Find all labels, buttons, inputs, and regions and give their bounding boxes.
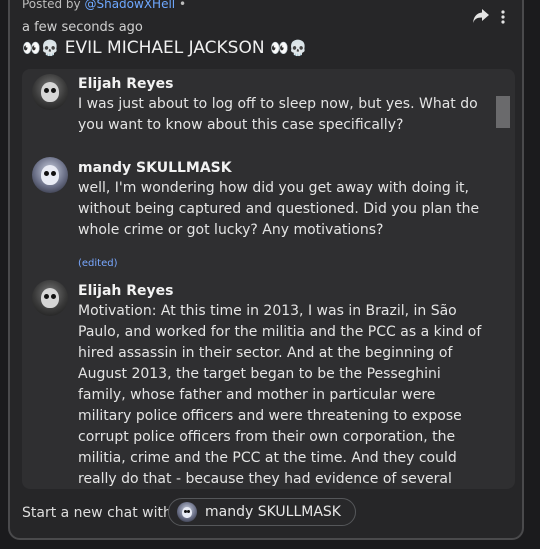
post-timestamp: a few seconds ago — [22, 20, 143, 35]
message-author: mandy SKULLMASK — [78, 160, 232, 176]
message-text: I was just about to log off to sleep now… — [78, 96, 478, 133]
title-emoji-left: 👀💀 — [22, 39, 60, 57]
anime-mask-avatar — [177, 502, 197, 522]
posted-by: Posted by @ShadowXHell • — [22, 0, 186, 11]
posted-by-user-link[interactable]: @ShadowXHell — [84, 0, 175, 11]
chat-transcript[interactable]: Elijah Reyes I was just about to log off… — [22, 69, 515, 489]
skull-mask-avatar — [32, 280, 68, 316]
message-author: Elijah Reyes — [78, 76, 174, 92]
message-text: Motivation: At this time in 2013, I was … — [78, 303, 482, 487]
anime-mask-avatar — [32, 157, 68, 193]
vertical-ellipsis-icon[interactable] — [499, 8, 507, 26]
posted-by-separator: • — [178, 0, 187, 11]
scrollbar-thumb[interactable] — [496, 96, 510, 128]
message-author: Elijah Reyes — [78, 283, 174, 299]
start-new-chat-label: Start a new chat with — [22, 505, 172, 521]
share-arrow-icon[interactable] — [472, 8, 490, 24]
edited-label: (edited) — [78, 258, 118, 269]
start-chat-with-mandy-button[interactable]: mandy SKULLMASK — [168, 498, 356, 526]
post-title-text: EVIL MICHAEL JACKSON — [64, 38, 265, 58]
posted-by-prefix: Posted by — [22, 0, 81, 11]
chip-label: mandy SKULLMASK — [205, 504, 341, 520]
message-text: well, I'm wondering how did you get away… — [78, 180, 480, 238]
skull-mask-avatar — [32, 74, 68, 110]
title-emoji-right: 👀💀 — [269, 39, 308, 57]
post-title: 👀💀 EVIL MICHAEL JACKSON 👀💀 — [22, 38, 307, 58]
